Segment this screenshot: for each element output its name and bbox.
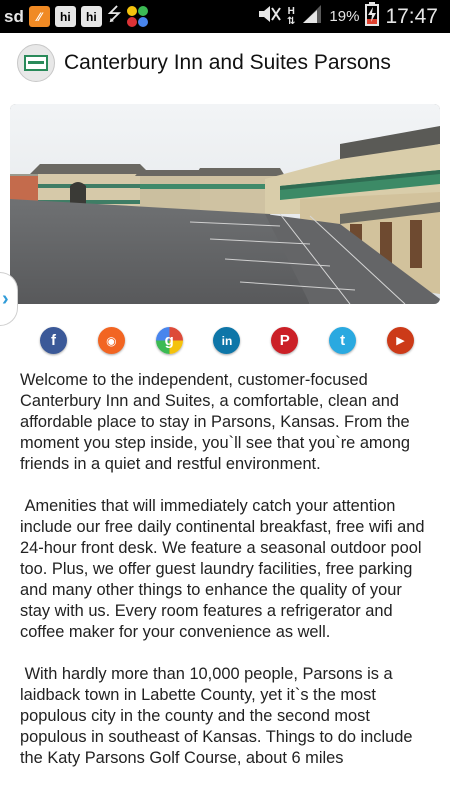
description-paragraph-3: With hardly more than 10,000 people, Par… xyxy=(20,665,417,767)
network-type: H ⇅ xyxy=(287,5,296,27)
linkedin-icon: in xyxy=(221,333,233,348)
hotel-photo xyxy=(10,104,440,304)
notification-hi-icon: hi xyxy=(54,6,76,27)
battery-percent: 19% xyxy=(329,8,360,25)
side-drawer-toggle[interactable]: › xyxy=(0,272,18,326)
clock: 17:47 xyxy=(385,4,438,28)
google-plus-button[interactable]: g xyxy=(155,327,183,354)
description-content: Welcome to the independent, customer-foc… xyxy=(20,370,432,790)
page-title: Canterbury Inn and Suites Parsons xyxy=(64,51,391,74)
clover-app-icon xyxy=(126,5,149,28)
usb-icon: ⭍ xyxy=(106,3,122,24)
youtube-icon: ▶ xyxy=(396,335,405,347)
rss-button[interactable]: ◉ xyxy=(97,327,125,354)
twitter-button[interactable]: t xyxy=(329,327,357,354)
app-header: Canterbury Inn and Suites Parsons xyxy=(0,33,450,93)
pinterest-button[interactable]: P xyxy=(271,327,299,354)
hotel-logo[interactable] xyxy=(17,44,55,82)
mute-icon xyxy=(257,4,281,29)
rss-icon: ◉ xyxy=(106,333,117,348)
facebook-icon: f xyxy=(51,332,56,349)
twitter-icon: t xyxy=(340,332,346,349)
pinterest-icon: P xyxy=(279,332,290,349)
signal-icon xyxy=(301,4,323,29)
description-paragraph-1: Welcome to the independent, customer-foc… xyxy=(20,371,410,473)
social-links: f ◉ g in P t ▶ xyxy=(40,327,414,354)
status-bar: sd ⁄⁄ hi hi ⭍ H ⇅ 19% 17:47 xyxy=(0,0,450,33)
battery-charging-icon xyxy=(365,2,380,31)
sd-card-indicator: sd xyxy=(4,6,24,26)
notification-app-icon: ⁄⁄ xyxy=(28,6,50,27)
notification-hi-icon-2: hi xyxy=(80,6,102,27)
facebook-button[interactable]: f xyxy=(40,327,67,354)
description-paragraph-2: Amenities that will immediately catch yo… xyxy=(20,497,430,641)
logo-icon xyxy=(24,55,48,71)
chevron-right-icon: › xyxy=(2,287,9,310)
youtube-button[interactable]: ▶ xyxy=(386,327,414,354)
linkedin-button[interactable]: in xyxy=(213,327,241,354)
google-plus-icon: g xyxy=(164,332,174,349)
